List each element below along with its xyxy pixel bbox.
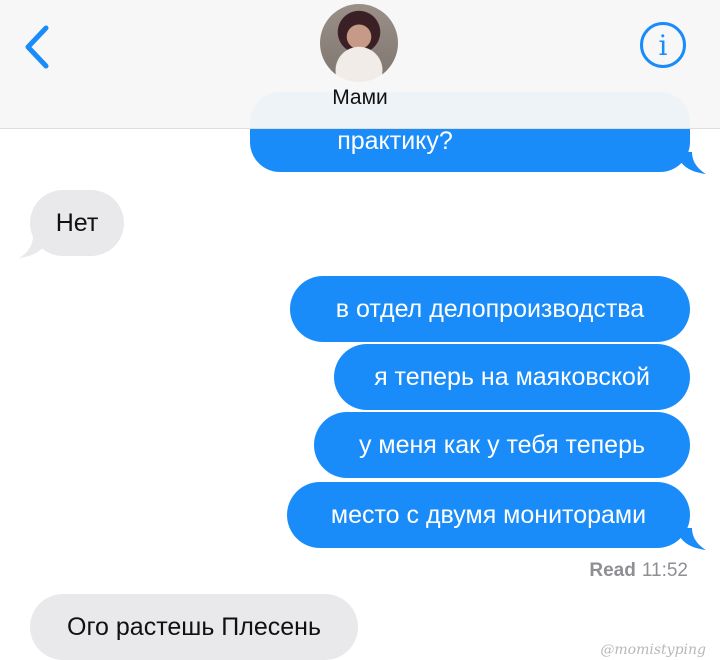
message-text: Нет bbox=[55, 209, 99, 237]
message-text: у меня как у тебя теперь bbox=[358, 431, 646, 459]
read-receipt: Read 11:52 bbox=[589, 560, 688, 582]
message-bubble-outgoing[interactable]: в отдел делопроизводства bbox=[290, 276, 690, 342]
message-text: практику? bbox=[337, 127, 453, 155]
message-text: место с двумя мониторами bbox=[330, 501, 647, 529]
message-bubble-outgoing[interactable]: у меня как у тебя теперь bbox=[314, 412, 690, 478]
message-text: Ого растешь Плесень bbox=[67, 613, 321, 641]
info-icon[interactable]: i bbox=[640, 22, 686, 68]
message-bubble-outgoing[interactable]: место с двумя мониторами bbox=[287, 482, 690, 548]
watermark: @momistyping bbox=[600, 642, 706, 658]
bubble-tail-incoming bbox=[19, 236, 49, 258]
bubble-tail-outgoing bbox=[676, 152, 706, 174]
conversation-header: Мами i bbox=[0, 0, 720, 129]
message-bubble-outgoing[interactable]: я теперь на маяковской bbox=[334, 344, 690, 410]
contact-name[interactable]: Мами bbox=[0, 86, 720, 110]
bubble-tail-outgoing bbox=[676, 528, 706, 550]
message-text: я теперь на маяковской bbox=[374, 363, 650, 391]
message-bubble-incoming[interactable]: Ого растешь Плесень bbox=[30, 594, 358, 660]
message-text: в отдел делопроизводства bbox=[335, 295, 645, 323]
contact-avatar[interactable] bbox=[320, 4, 398, 82]
read-time: 11:52 bbox=[641, 560, 688, 581]
chevron-left-icon[interactable] bbox=[20, 24, 56, 70]
read-label: Read bbox=[589, 560, 636, 581]
